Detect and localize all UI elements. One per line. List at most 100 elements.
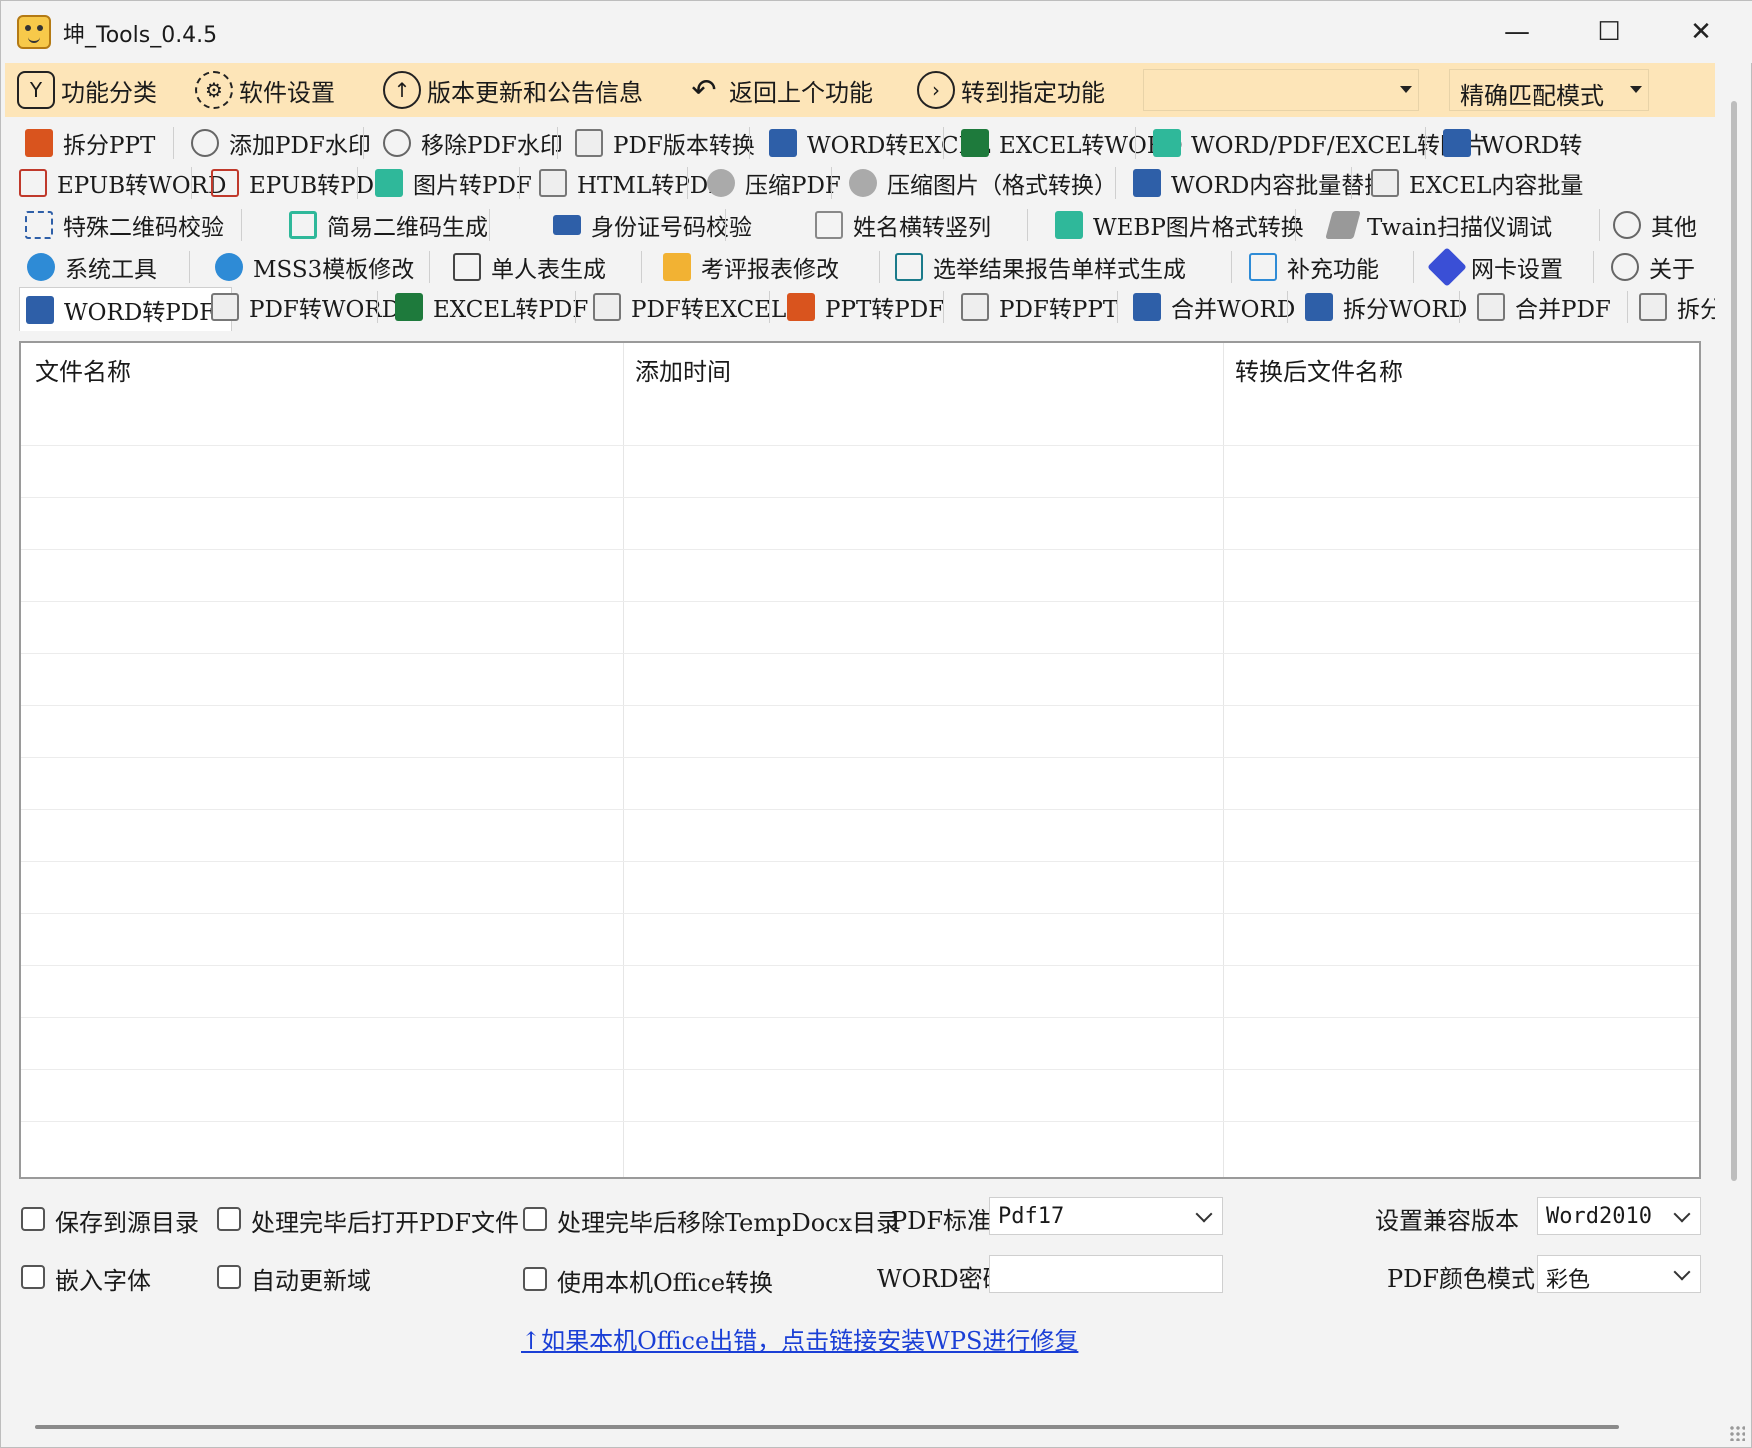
goto-button[interactable]: › 转到指定功能 [917, 63, 1105, 117]
split-ppt-button[interactable]: 拆分PPT [25, 125, 155, 161]
fn-label: 关于 [1649, 257, 1695, 283]
excel-to-word-button[interactable]: EXCEL转WORD [961, 125, 1183, 161]
simple-qr-generate-button[interactable]: 简易二维码生成 [289, 207, 488, 243]
vertical-scrollbar[interactable] [1731, 101, 1737, 1181]
column-header-added-time[interactable]: 添加时间 [621, 343, 1221, 395]
tab-word-to-pdf[interactable]: WORD转PDF [19, 287, 233, 331]
open-after-checkbox[interactable] [217, 1207, 241, 1231]
single-table-button[interactable]: 单人表生成 [453, 249, 606, 285]
compat-version-select[interactable]: Word2010 [1537, 1197, 1701, 1235]
row-line [21, 601, 1699, 602]
tab-merge-word[interactable]: 合并WORD [1133, 289, 1295, 325]
use-office-checkbox[interactable] [523, 1267, 547, 1291]
row-line [21, 913, 1699, 914]
id-number-verify-button[interactable]: 身份证号码校验 [553, 207, 752, 243]
special-qr-verify-button[interactable]: 特殊二维码校验 [25, 207, 224, 243]
categories-button[interactable]: Y 功能分类 [17, 63, 157, 117]
back-button[interactable]: ↶ 返回上个功能 [685, 63, 873, 117]
separator [943, 291, 944, 323]
tab-excel-to-pdf[interactable]: EXCEL转PDF [395, 289, 588, 325]
remove-temp-checkbox[interactable] [523, 1207, 547, 1231]
updates-button[interactable]: ↑ 版本更新和公告信息 [383, 63, 643, 117]
separator [641, 251, 642, 283]
evaluation-report-button[interactable]: 考评报表修改 [663, 249, 839, 285]
resize-grip-icon[interactable] [1729, 1425, 1745, 1441]
pdf-color-mode-select[interactable]: 彩色 [1537, 1255, 1701, 1293]
goto-label: 转到指定功能 [961, 78, 1105, 107]
fn-label: PDF转EXCEL [631, 297, 787, 323]
open-after-label: 处理完毕后打开PDF文件 [251, 1209, 520, 1237]
other-button[interactable]: 其他 [1613, 207, 1697, 243]
excel-batch-replace-button[interactable]: EXCEL内容批量 [1371, 165, 1583, 201]
close-button[interactable]: ✕ [1663, 1, 1739, 63]
separator [1627, 291, 1628, 323]
settings-button[interactable]: ⚙ 软件设置 [195, 63, 335, 117]
excel-file-icon [961, 129, 989, 157]
name-transpose-button[interactable]: 姓名横转竖列 [815, 207, 991, 243]
column-divider [1223, 343, 1224, 1177]
install-wps-link[interactable]: ↑如果本机Office出错，点击链接安装WPS进行修复 [521, 1321, 1078, 1356]
maximize-button[interactable]: ☐ [1571, 1, 1647, 63]
row-line [21, 497, 1699, 498]
function-search-combo[interactable] [1143, 69, 1419, 111]
fn-label: 其他 [1651, 215, 1697, 241]
to-image-button[interactable]: WORD/PDF/EXCEL转图片 [1153, 125, 1486, 161]
word-password-input[interactable] [989, 1255, 1223, 1293]
file-list-table[interactable]: 文件名称 添加时间 转换后文件名称 [19, 341, 1701, 1179]
compress-pdf-button[interactable]: 压缩PDF [707, 165, 841, 201]
scanner-icon [1325, 211, 1361, 239]
pdf-standard-select[interactable]: Pdf17 [989, 1197, 1223, 1235]
match-mode-select[interactable]: 精确匹配模式 [1449, 69, 1649, 111]
epub-to-word-button[interactable]: EPUB转WORD [19, 165, 226, 201]
election-report-button[interactable]: 选举结果报告单样式生成 [895, 249, 1186, 285]
mss3-template-button[interactable]: MSS3模板修改 [215, 249, 414, 285]
separator [357, 167, 358, 199]
save-source-checkbox[interactable] [21, 1207, 45, 1231]
image-to-pdf-button[interactable]: 图片转PDF [375, 165, 532, 201]
word-to-excel-button[interactable]: WORD转EXCEL [769, 125, 991, 161]
pdf-file-icon [961, 293, 989, 321]
fn-label: Twain扫描仪调试 [1367, 215, 1553, 241]
twain-scanner-debug-button[interactable]: Twain扫描仪调试 [1325, 207, 1553, 243]
separator [1295, 209, 1296, 241]
word-batch-replace-button[interactable]: WORD内容批量替换 [1133, 165, 1387, 201]
row-line [21, 1069, 1699, 1070]
minimize-button[interactable]: — [1479, 1, 1555, 63]
system-tools-button[interactable]: 系统工具 [27, 249, 157, 285]
html-to-pdf-button[interactable]: HTML转PDF [539, 165, 724, 201]
tab-pdf-to-ppt[interactable]: PDF转PPT [961, 289, 1118, 325]
tab-pdf-to-excel[interactable]: PDF转EXCEL [593, 289, 786, 325]
remove-pdf-watermark-button[interactable]: 移除PDF水印 [383, 125, 563, 161]
tab-ppt-to-pdf[interactable]: PPT转PDF [787, 289, 944, 325]
network-settings-button[interactable]: 网卡设置 [1427, 247, 1563, 287]
tab-pdf-to-word[interactable]: PDF转WORD [211, 289, 400, 325]
column-header-converted-name[interactable]: 转换后文件名称 [1221, 343, 1699, 395]
word-password-label: WORD密码 [877, 1265, 1007, 1293]
info-icon [1611, 253, 1639, 281]
back-label: 返回上个功能 [729, 78, 873, 107]
pdf-version-convert-button[interactable]: PDF版本转换 [575, 125, 755, 161]
embed-fonts-checkbox[interactable] [21, 1265, 45, 1289]
word-convert-button[interactable]: WORD转 [1443, 125, 1582, 161]
compat-version-label: 设置兼容版本 [1375, 1207, 1519, 1235]
fn-label: 选举结果报告单样式生成 [933, 257, 1186, 283]
tab-merge-pdf[interactable]: 合并PDF [1477, 289, 1611, 325]
dropdown-arrow-icon[interactable] [1630, 86, 1642, 93]
column-header-file-name[interactable]: 文件名称 [21, 343, 621, 395]
add-pdf-watermark-button[interactable]: 添加PDF水印 [191, 125, 371, 161]
about-button[interactable]: 关于 [1611, 249, 1695, 285]
epub-to-pdf-button[interactable]: EPUB转PDF [211, 165, 390, 201]
tab-split-word[interactable]: 拆分WORD [1305, 289, 1467, 325]
webp-convert-button[interactable]: WEBP图片格式转换 [1055, 207, 1304, 243]
compress-image-button[interactable]: 压缩图片（格式转换） [849, 165, 1117, 201]
supplement-button[interactable]: 补充功能 [1249, 249, 1379, 285]
image-icon [1153, 129, 1181, 157]
auto-update-checkbox[interactable] [217, 1265, 241, 1289]
fn-label: WORD转PDF [64, 300, 216, 326]
chevron-down-icon [1673, 1205, 1691, 1223]
tab-split-pdf[interactable]: 拆分 [1639, 289, 1715, 325]
dropdown-arrow-icon[interactable] [1400, 86, 1412, 93]
gear-icon: ⚙ [195, 71, 233, 109]
fn-label: PPT转PDF [825, 297, 945, 323]
horizontal-scrollbar[interactable] [35, 1425, 1619, 1429]
